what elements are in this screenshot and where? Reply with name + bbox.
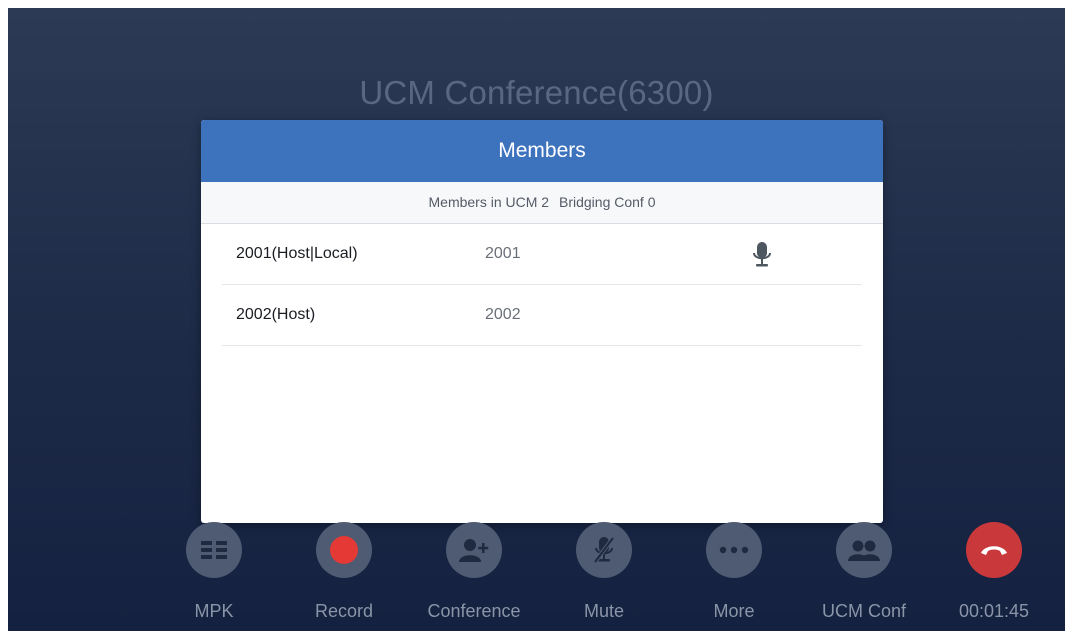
group-icon <box>848 540 880 561</box>
bridging-conf-count: Bridging Conf 0 <box>558 194 656 210</box>
member-name: 2001(Host|Local) <box>236 245 358 262</box>
record-dot-icon <box>330 536 358 564</box>
conference-label: Conference <box>427 601 521 621</box>
microphone-icon[interactable] <box>750 241 774 269</box>
member-number: 2001 <box>485 245 521 262</box>
conference-button-circle[interactable] <box>446 522 502 578</box>
conference-button[interactable]: Conference <box>419 522 529 622</box>
members-in-ucm-count: Members in UCM 2 <box>428 194 550 210</box>
microphone-muted-icon <box>593 536 615 564</box>
more-button-circle[interactable] <box>706 522 762 578</box>
mpk-grid-icon <box>201 541 227 559</box>
members-dialog: Members Members in UCM 2 Bridging Conf 0… <box>201 120 883 523</box>
hangup-button-circle[interactable] <box>966 522 1022 578</box>
member-row[interactable]: 2001(Host|Local) 2001 <box>222 224 862 285</box>
record-button-circle[interactable] <box>316 522 372 578</box>
member-name: 2002(Host) <box>236 306 316 323</box>
hangup-icon <box>981 546 1007 555</box>
ucm-conf-button-circle[interactable] <box>836 522 892 578</box>
member-counts: Members in UCM 2 Bridging Conf 0 <box>201 182 883 224</box>
mute-label: Mute <box>583 601 625 621</box>
call-duration: 00:01:45 <box>958 601 1030 621</box>
call-screen: UCM Conference(6300) Members Members in … <box>8 8 1065 631</box>
dialog-title: Members <box>201 120 883 182</box>
mpk-button[interactable]: MPK <box>159 522 269 622</box>
mute-button[interactable]: Mute <box>549 522 659 622</box>
call-title: UCM Conference(6300) <box>359 74 714 111</box>
member-row[interactable]: 2002(Host) 2002 <box>222 285 862 346</box>
mute-button-circle[interactable] <box>576 522 632 578</box>
member-list: 2001(Host|Local) 2001 2002(Host) 2002 <box>201 224 883 346</box>
more-label: More <box>713 601 755 621</box>
call-action-bar: MPK Record Conference Mute More UCM Conf… <box>8 522 1065 631</box>
ucm-conf-button[interactable]: UCM Conf <box>809 522 919 622</box>
hangup-button[interactable]: 00:01:45 <box>939 522 1049 622</box>
record-button[interactable]: Record <box>289 522 399 622</box>
mpk-label: MPK <box>194 601 234 621</box>
record-label: Record <box>314 601 374 621</box>
add-person-icon <box>459 539 489 562</box>
more-button[interactable]: More <box>679 522 789 622</box>
mpk-button-circle[interactable] <box>186 522 242 578</box>
member-number: 2002 <box>485 306 521 323</box>
more-dots-icon <box>719 546 749 554</box>
ucm-conf-label: UCM Conf <box>821 601 906 621</box>
